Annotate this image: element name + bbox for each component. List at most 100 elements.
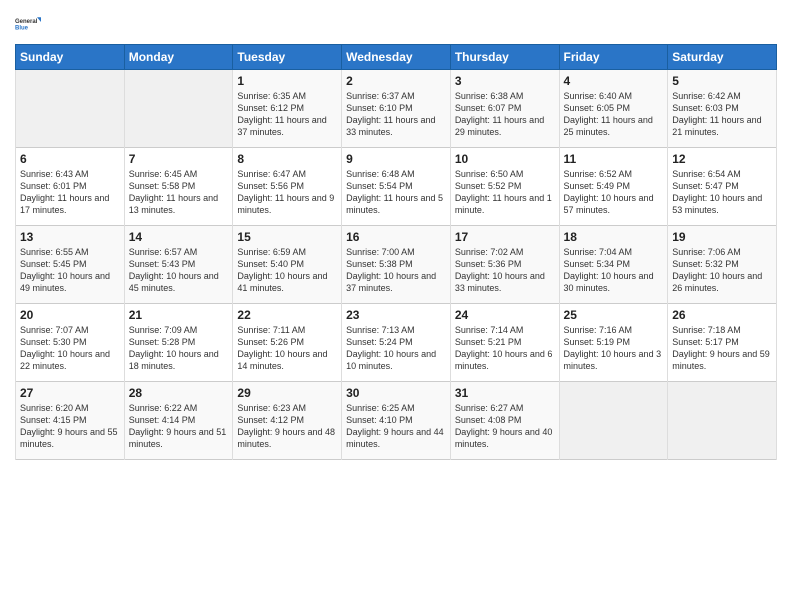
header-row: SundayMondayTuesdayWednesdayThursdayFrid… bbox=[16, 45, 777, 70]
day-number: 25 bbox=[564, 308, 664, 322]
day-number: 22 bbox=[237, 308, 337, 322]
day-info: Sunrise: 6:27 AM Sunset: 4:08 PM Dayligh… bbox=[455, 402, 555, 451]
day-number: 27 bbox=[20, 386, 120, 400]
day-cell: 30 Sunrise: 6:25 AM Sunset: 4:10 PM Dayli… bbox=[342, 382, 451, 460]
day-cell: 29Sunrise: 6:23 AM Sunset: 4:12 PM Dayli… bbox=[233, 382, 342, 460]
day-info: Sunrise: 6:35 AM Sunset: 6:12 PM Dayligh… bbox=[237, 90, 337, 139]
day-info: Sunrise: 6:20 AM Sunset: 4:15 PM Dayligh… bbox=[20, 402, 120, 451]
logo-icon: GeneralBlue bbox=[15, 10, 43, 38]
day-cell: 27 Sunrise: 6:20 AM Sunset: 4:15 PM Dayli… bbox=[16, 382, 125, 460]
col-header-friday: Friday bbox=[559, 45, 668, 70]
day-cell: 23 Sunrise: 7:13 AM Sunset: 5:24 PM Dayli… bbox=[342, 304, 451, 382]
day-number: 24 bbox=[455, 308, 555, 322]
day-cell: 4Sunrise: 6:40 AM Sunset: 6:05 PM Daylig… bbox=[559, 70, 668, 148]
week-row-3: 13 Sunrise: 6:55 AM Sunset: 5:45 PM Dayli… bbox=[16, 226, 777, 304]
day-info: Sunrise: 6:50 AM Sunset: 5:52 PM Dayligh… bbox=[455, 168, 555, 217]
day-cell: 2Sunrise: 6:37 AM Sunset: 6:10 PM Daylig… bbox=[342, 70, 451, 148]
day-info: Sunrise: 6:55 AM Sunset: 5:45 PM Dayligh… bbox=[20, 246, 120, 295]
day-number: 10 bbox=[455, 152, 555, 166]
day-cell: 13 Sunrise: 6:55 AM Sunset: 5:45 PM Dayli… bbox=[16, 226, 125, 304]
day-info: Sunrise: 6:52 AM Sunset: 5:49 PM Dayligh… bbox=[564, 168, 664, 217]
day-number: 3 bbox=[455, 74, 555, 88]
day-cell: 17 Sunrise: 7:02 AM Sunset: 5:36 PM Dayli… bbox=[450, 226, 559, 304]
logo: GeneralBlue bbox=[15, 10, 43, 38]
day-info: Sunrise: 6:45 AM Sunset: 5:58 PM Dayligh… bbox=[129, 168, 229, 217]
day-cell: 16 Sunrise: 7:00 AM Sunset: 5:38 PM Dayli… bbox=[342, 226, 451, 304]
week-row-5: 27 Sunrise: 6:20 AM Sunset: 4:15 PM Dayli… bbox=[16, 382, 777, 460]
day-cell: 1 Sunrise: 6:35 AM Sunset: 6:12 PM Daylig… bbox=[233, 70, 342, 148]
day-info: Sunrise: 6:38 AM Sunset: 6:07 PM Dayligh… bbox=[455, 90, 555, 139]
day-cell: 26 Sunrise: 7:18 AM Sunset: 5:17 PM Dayli… bbox=[668, 304, 777, 382]
day-number: 18 bbox=[564, 230, 664, 244]
day-info: Sunrise: 6:48 AM Sunset: 5:54 PM Dayligh… bbox=[346, 168, 446, 217]
day-number: 2 bbox=[346, 74, 446, 88]
day-number: 21 bbox=[129, 308, 229, 322]
day-number: 13 bbox=[20, 230, 120, 244]
day-number: 20 bbox=[20, 308, 120, 322]
day-number: 23 bbox=[346, 308, 446, 322]
day-number: 1 bbox=[237, 74, 337, 88]
col-header-monday: Monday bbox=[124, 45, 233, 70]
day-info: Sunrise: 7:16 AM Sunset: 5:19 PM Dayligh… bbox=[564, 324, 664, 373]
day-info: Sunrise: 7:06 AM Sunset: 5:32 PM Dayligh… bbox=[672, 246, 772, 295]
day-cell: 11Sunrise: 6:52 AM Sunset: 5:49 PM Dayli… bbox=[559, 148, 668, 226]
day-cell: 10 Sunrise: 6:50 AM Sunset: 5:52 PM Dayli… bbox=[450, 148, 559, 226]
day-cell: 18 Sunrise: 7:04 AM Sunset: 5:34 PM Dayli… bbox=[559, 226, 668, 304]
day-cell: 5Sunrise: 6:42 AM Sunset: 6:03 PM Daylig… bbox=[668, 70, 777, 148]
day-cell: 31 Sunrise: 6:27 AM Sunset: 4:08 PM Dayli… bbox=[450, 382, 559, 460]
day-info: Sunrise: 6:57 AM Sunset: 5:43 PM Dayligh… bbox=[129, 246, 229, 295]
day-info: Sunrise: 6:43 AM Sunset: 6:01 PM Dayligh… bbox=[20, 168, 120, 217]
day-number: 26 bbox=[672, 308, 772, 322]
col-header-saturday: Saturday bbox=[668, 45, 777, 70]
day-cell: 6 Sunrise: 6:43 AM Sunset: 6:01 PM Daylig… bbox=[16, 148, 125, 226]
day-number: 4 bbox=[564, 74, 664, 88]
day-number: 30 bbox=[346, 386, 446, 400]
day-info: Sunrise: 6:23 AM Sunset: 4:12 PM Dayligh… bbox=[237, 402, 337, 451]
day-number: 19 bbox=[672, 230, 772, 244]
day-cell: 20Sunrise: 7:07 AM Sunset: 5:30 PM Dayli… bbox=[16, 304, 125, 382]
day-number: 7 bbox=[129, 152, 229, 166]
day-cell bbox=[668, 382, 777, 460]
day-cell: 3 Sunrise: 6:38 AM Sunset: 6:07 PM Daylig… bbox=[450, 70, 559, 148]
svg-text:Blue: Blue bbox=[15, 26, 29, 32]
day-number: 12 bbox=[672, 152, 772, 166]
day-cell: 8Sunrise: 6:47 AM Sunset: 5:56 PM Daylig… bbox=[233, 148, 342, 226]
day-info: Sunrise: 7:04 AM Sunset: 5:34 PM Dayligh… bbox=[564, 246, 664, 295]
day-cell bbox=[559, 382, 668, 460]
calendar-table: SundayMondayTuesdayWednesdayThursdayFrid… bbox=[15, 44, 777, 460]
day-cell: 15 Sunrise: 6:59 AM Sunset: 5:40 PM Dayli… bbox=[233, 226, 342, 304]
day-info: Sunrise: 6:54 AM Sunset: 5:47 PM Dayligh… bbox=[672, 168, 772, 217]
day-number: 6 bbox=[20, 152, 120, 166]
page: GeneralBlue SundayMondayTuesdayWednesday… bbox=[0, 0, 792, 612]
day-number: 17 bbox=[455, 230, 555, 244]
day-info: Sunrise: 6:22 AM Sunset: 4:14 PM Dayligh… bbox=[129, 402, 229, 451]
day-info: Sunrise: 7:02 AM Sunset: 5:36 PM Dayligh… bbox=[455, 246, 555, 295]
col-header-wednesday: Wednesday bbox=[342, 45, 451, 70]
day-info: Sunrise: 7:13 AM Sunset: 5:24 PM Dayligh… bbox=[346, 324, 446, 373]
day-cell: 9 Sunrise: 6:48 AM Sunset: 5:54 PM Daylig… bbox=[342, 148, 451, 226]
week-row-4: 20Sunrise: 7:07 AM Sunset: 5:30 PM Dayli… bbox=[16, 304, 777, 382]
day-info: Sunrise: 6:42 AM Sunset: 6:03 PM Dayligh… bbox=[672, 90, 772, 139]
day-info: Sunrise: 6:25 AM Sunset: 4:10 PM Dayligh… bbox=[346, 402, 446, 451]
day-number: 15 bbox=[237, 230, 337, 244]
col-header-tuesday: Tuesday bbox=[233, 45, 342, 70]
day-cell: 21 Sunrise: 7:09 AM Sunset: 5:28 PM Dayli… bbox=[124, 304, 233, 382]
day-number: 28 bbox=[129, 386, 229, 400]
col-header-sunday: Sunday bbox=[16, 45, 125, 70]
day-info: Sunrise: 7:00 AM Sunset: 5:38 PM Dayligh… bbox=[346, 246, 446, 295]
day-cell: 22Sunrise: 7:11 AM Sunset: 5:26 PM Dayli… bbox=[233, 304, 342, 382]
day-info: Sunrise: 7:18 AM Sunset: 5:17 PM Dayligh… bbox=[672, 324, 772, 373]
day-info: Sunrise: 7:09 AM Sunset: 5:28 PM Dayligh… bbox=[129, 324, 229, 373]
day-number: 9 bbox=[346, 152, 446, 166]
day-cell: 25 Sunrise: 7:16 AM Sunset: 5:19 PM Dayli… bbox=[559, 304, 668, 382]
day-cell: 12 Sunrise: 6:54 AM Sunset: 5:47 PM Dayli… bbox=[668, 148, 777, 226]
day-cell: 7 Sunrise: 6:45 AM Sunset: 5:58 PM Daylig… bbox=[124, 148, 233, 226]
day-cell: 14Sunrise: 6:57 AM Sunset: 5:43 PM Dayli… bbox=[124, 226, 233, 304]
day-info: Sunrise: 6:47 AM Sunset: 5:56 PM Dayligh… bbox=[237, 168, 337, 217]
svg-text:General: General bbox=[15, 19, 38, 25]
week-row-2: 6 Sunrise: 6:43 AM Sunset: 6:01 PM Daylig… bbox=[16, 148, 777, 226]
day-info: Sunrise: 6:59 AM Sunset: 5:40 PM Dayligh… bbox=[237, 246, 337, 295]
header: GeneralBlue bbox=[15, 10, 777, 38]
day-number: 16 bbox=[346, 230, 446, 244]
day-number: 31 bbox=[455, 386, 555, 400]
